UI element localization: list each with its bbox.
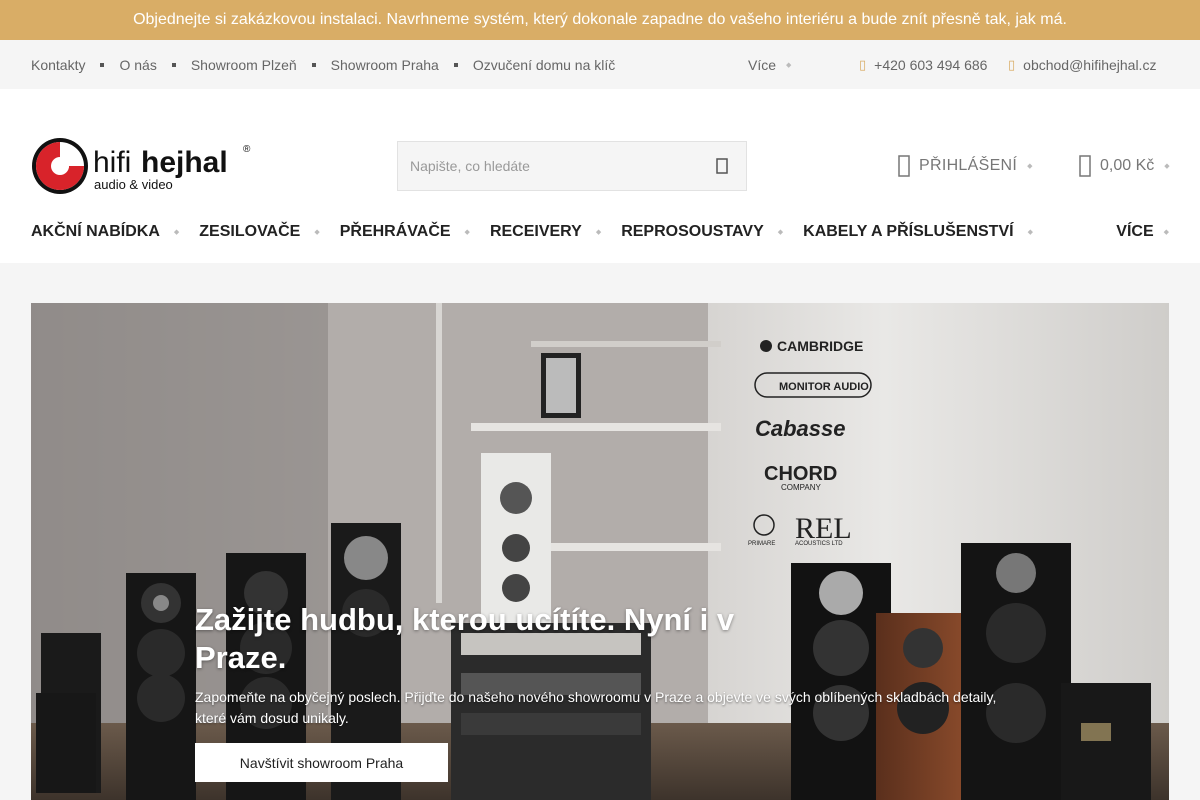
top-more-dropdown[interactable]: Více ◆ — [748, 40, 791, 89]
cart-button[interactable]: 0,00 Kč ◆ — [1079, 153, 1170, 179]
chevron-down-icon: ◆ — [1027, 163, 1033, 170]
search-input[interactable] — [410, 158, 710, 174]
email-address: obchod@hifihejhal.cz — [1023, 56, 1157, 73]
top-link-showroom-praha[interactable]: Showroom Praha — [331, 57, 439, 73]
separator — [100, 62, 105, 67]
site-logo[interactable]: hifi hejhal ® audio & video — [31, 136, 253, 196]
nav-label: KABELY A PŘÍSLUŠENSTVÍ — [803, 223, 1014, 240]
svg-text:hifi: hifi — [93, 146, 131, 179]
nav-item-zesilovace[interactable]: ZESILOVAČE ◆ — [199, 223, 339, 241]
top-bar: Kontakty O nás Showroom Plzeň Showroom P… — [0, 40, 1200, 89]
top-link-ozvuceni[interactable]: Ozvučení domu na klíč — [473, 57, 615, 73]
nav-label: REPROSOUSTAVY — [621, 223, 764, 240]
nav-label: PŘEHRÁVAČE — [339, 223, 451, 240]
brand-chord-company: COMPANY — [781, 483, 822, 492]
chevron-down-icon: ◆ — [777, 229, 784, 236]
chevron-down-icon: ◆ — [786, 61, 792, 69]
user-icon — [898, 155, 910, 177]
nav-label: ZESILOVAČE — [199, 223, 301, 240]
phone-icon: ▯ — [859, 56, 867, 72]
search-box — [397, 141, 747, 191]
top-more-label: Více — [748, 56, 777, 73]
chevron-down-icon: ◆ — [1164, 163, 1170, 170]
svg-text:audio & video: audio & video — [94, 177, 173, 192]
nav-item-reprosoustavy[interactable]: REPROSOUSTAVY ◆ — [621, 223, 803, 241]
phone-link[interactable]: ▯ +420 603 494 686 — [859, 40, 987, 89]
nav-item-kabely[interactable]: KABELY A PŘÍSLUŠENSTVÍ ◆ — [803, 223, 1053, 241]
cart-total: 0,00 Kč — [1100, 157, 1155, 174]
separator — [171, 62, 176, 67]
separator — [311, 62, 316, 67]
cart-icon — [1079, 155, 1091, 177]
top-link-o-nas[interactable]: O nás — [119, 57, 156, 73]
separator — [453, 62, 458, 67]
brand-cambridge: CAMBRIDGE — [777, 338, 863, 354]
chevron-down-icon: ◆ — [1163, 229, 1169, 236]
nav-label: RECEIVERY — [489, 223, 582, 240]
promo-text: Objednejte si zakázkovou instalaci. Navr… — [133, 11, 1067, 28]
hero-banner[interactable]: CAMBRIDGE MONITOR AUDIO Cabasse CHORD CO… — [31, 303, 1169, 800]
email-link[interactable]: ▯ obchod@hifihejhal.cz — [1008, 40, 1156, 89]
login-button[interactable]: PŘIHLÁŠENÍ ◆ — [898, 153, 1033, 179]
brand-monitor-audio: MONITOR AUDIO — [779, 381, 869, 393]
search-icon[interactable] — [710, 154, 734, 178]
nav-item-receivery[interactable]: RECEIVERY ◆ — [490, 223, 621, 241]
nav-item-akcni-nabidka[interactable]: AKČNÍ NABÍDKA ◆ — [31, 223, 199, 241]
login-label: PŘIHLÁŠENÍ — [919, 157, 1018, 174]
brand-chord: CHORD — [764, 463, 837, 485]
top-link-kontakty[interactable]: Kontakty — [31, 57, 85, 73]
chevron-down-icon: ◆ — [173, 229, 180, 236]
hero-section: CAMBRIDGE MONITOR AUDIO Cabasse CHORD CO… — [0, 263, 1200, 800]
chevron-down-icon: ◆ — [314, 229, 320, 236]
nav-label: VÍCE — [1116, 223, 1154, 240]
hero-text: Zapomeňte na obyčejný poslech. Přijďte d… — [195, 689, 997, 726]
brand-rel-acoustics: ACOUSTICS LTD — [795, 541, 843, 547]
promo-banner[interactable]: Objednejte si zakázkovou instalaci. Navr… — [0, 0, 1200, 40]
brand-primare: PRIMARE — [748, 541, 775, 547]
nav-item-prehravace[interactable]: PŘEHRÁVAČE ◆ — [340, 223, 490, 241]
phone-number: +420 603 494 686 — [874, 56, 988, 73]
brand-cabasse: Cabasse — [755, 416, 846, 441]
visit-showroom-button[interactable]: Navštívit showroom Praha — [195, 743, 448, 782]
header: hifi hejhal ® audio & video PŘIHLÁŠENÍ ◆… — [0, 89, 1200, 263]
main-nav: AKČNÍ NABÍDKA ◆ ZESILOVAČE ◆ PŘEHRÁVAČE ◆ R… — [31, 219, 1169, 245]
chevron-down-icon: ◆ — [464, 229, 470, 236]
nav-label: AKČNÍ NABÍDKA — [31, 223, 160, 240]
top-link-showroom-plzen[interactable]: Showroom Plzeň — [191, 57, 297, 73]
nav-item-vice[interactable]: VÍCE ◆ — [1116, 219, 1169, 245]
top-links: Kontakty O nás Showroom Plzeň Showroom P… — [31, 57, 615, 73]
chevron-down-icon: ◆ — [1027, 229, 1033, 236]
envelope-icon: ▯ — [1008, 56, 1016, 72]
chevron-down-icon: ◆ — [595, 229, 602, 236]
svg-text:®: ® — [243, 144, 251, 155]
svg-text:hejhal: hejhal — [141, 146, 228, 179]
hero-title: Zažijte hudbu, kterou ucítíte. Nyní i v … — [195, 602, 735, 675]
